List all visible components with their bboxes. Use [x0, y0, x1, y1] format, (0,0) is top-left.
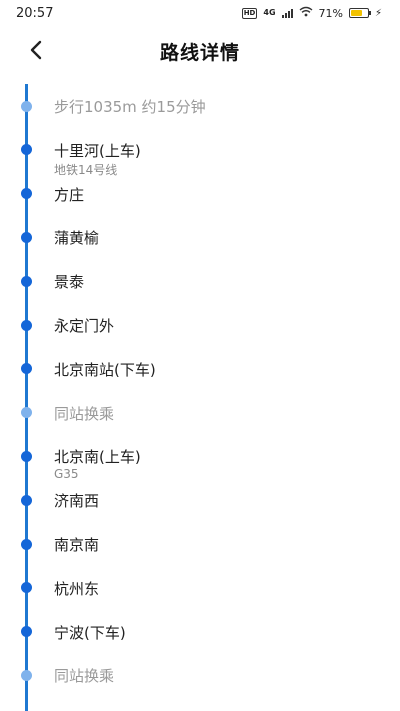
stop-name: 宁波(下车) — [54, 623, 126, 642]
route-timeline: 步行1035m 约15分钟 十里河(上车) 地铁14号线方庄蒲黄榆景泰永定门外北京南… — [0, 84, 400, 711]
stop-dot — [21, 319, 32, 331]
chevron-left-icon — [30, 40, 42, 60]
stop-dot — [21, 231, 32, 243]
stop-name: 十里河(上车) — [54, 141, 141, 160]
stop-dot — [21, 669, 32, 681]
stop-name: 永定门外 — [54, 317, 115, 335]
stop-dot — [21, 144, 32, 156]
stop-name: 蒲黄榆 — [54, 229, 100, 248]
status-bar: 20:57 HD 4G 71% ⚡ — [0, 0, 400, 26]
status-time: 20:57 — [16, 5, 54, 21]
hd-icon: HD — [241, 7, 258, 19]
stop-name: 济南西 — [54, 492, 100, 511]
stop-dot — [21, 450, 32, 462]
stop-dot — [21, 275, 32, 287]
stop-dot — [21, 188, 32, 200]
stop-dot — [21, 538, 32, 550]
stop-dot — [21, 407, 32, 419]
stop-name: 同站换乘 — [54, 667, 115, 686]
stop-name: 北京南站(下车) — [54, 360, 156, 379]
timeline-rail — [25, 84, 28, 711]
stop-name: 同站换乘 — [54, 404, 115, 423]
stop-dot — [21, 494, 32, 506]
battery-fill — [350, 10, 362, 16]
status-icons: HD 4G 71% ⚡ — [241, 6, 382, 20]
stop-name: 北京南(上车) — [54, 448, 141, 467]
stop-name: 南京南 — [54, 536, 100, 554]
signal-icon — [281, 8, 293, 18]
page-header: 路线详情 — [0, 26, 400, 76]
battery-icon — [348, 8, 371, 18]
page-title: 路线详情 — [159, 41, 240, 64]
stop-line-label: 地铁14号线 — [54, 162, 118, 177]
stop-name: 杭州东 — [54, 579, 100, 598]
stop-dot — [21, 626, 32, 638]
stop-name: 步行1035m 约15分钟 — [54, 98, 206, 116]
stop-dot — [21, 363, 32, 375]
wifi-icon — [299, 6, 313, 20]
stop-dot — [21, 582, 32, 594]
stop-line-label: G35 — [54, 467, 79, 482]
charging-icon: ⚡ — [374, 7, 382, 19]
stop-name: 景泰 — [54, 273, 85, 292]
stop-name: 方庄 — [54, 185, 85, 204]
battery-percent: 71% — [318, 6, 343, 20]
network-4g-icon: 4G — [263, 8, 276, 17]
stop-dot — [21, 100, 32, 112]
back-button[interactable] — [22, 36, 50, 64]
